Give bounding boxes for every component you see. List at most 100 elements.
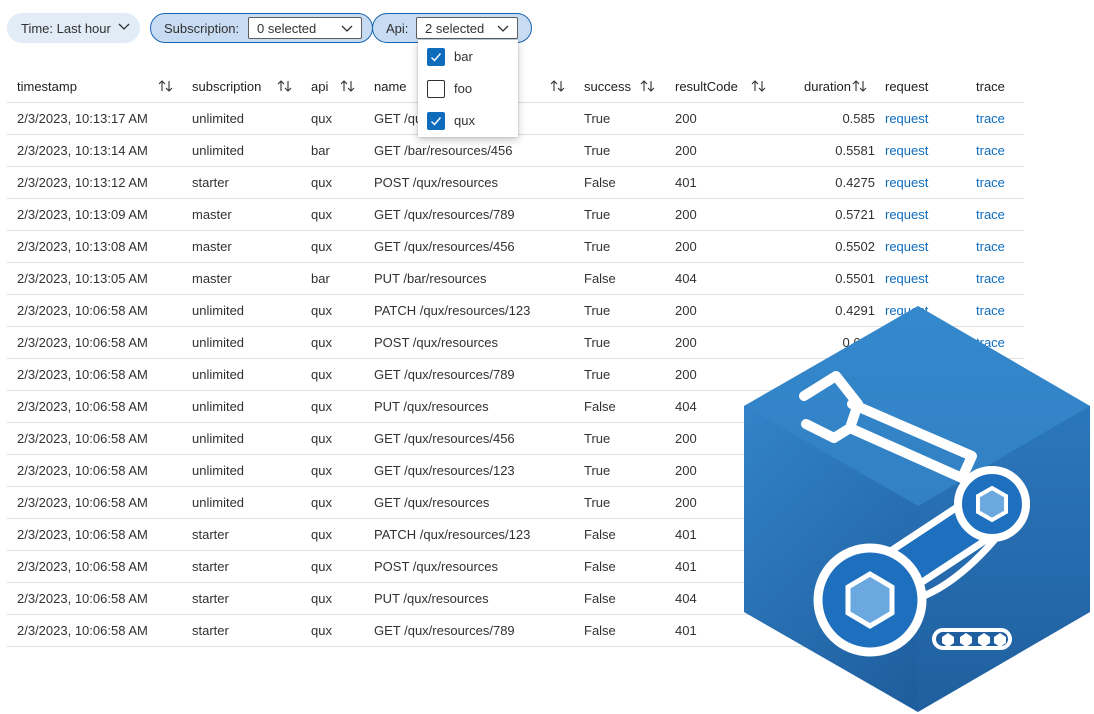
cell-timestamp: 2/3/2023, 10:06:58 AM [7,294,182,327]
trace-link[interactable]: trace [976,175,1005,190]
cell-subscription: unlimited [182,454,301,487]
cell-api: qux [301,614,364,647]
table-row: 2/3/2023, 10:13:12 AM starter qux POST /qux… [7,166,1024,199]
sort-arrows-icon[interactable] [549,79,567,93]
table-row: 2/3/2023, 10:13:05 AM master bar PUT /bar/r… [7,262,1024,295]
cell-duration: 0.585 [767,102,875,135]
cell-request: request [875,262,966,295]
api-select[interactable]: 2 selected [416,17,518,39]
cell-name: POST /qux/resources [364,326,574,359]
sort-arrows-icon[interactable] [339,79,357,93]
cell-name: GET /qux/resources/456 [364,422,574,455]
trace-link[interactable]: trace [976,111,1005,126]
cell-name: GET /qux/resources/123 [364,454,574,487]
api-option-2[interactable]: qux [418,105,518,137]
cell-timestamp: 2/3/2023, 10:13:09 AM [7,198,182,231]
cell-name: PUT /qux/resources [364,582,574,615]
cell-subscription: unlimited [182,486,301,519]
filter-bar: Time: Last hour Subscription: 0 selected… [7,13,707,45]
column-header-success[interactable]: success [574,70,665,103]
trace-link[interactable]: trace [976,271,1005,286]
cell-timestamp: 2/3/2023, 10:13:14 AM [7,134,182,167]
time-range-filter[interactable]: Time: Last hour [7,13,140,43]
cell-api: qux [301,390,364,423]
cell-duration: 0.4275 [767,166,875,199]
cell-name: GET /bar/resources/456 [364,134,574,167]
cell-duration: 0.5721 [767,198,875,231]
cell-resultcode: 200 [665,230,767,263]
api-option-label: bar [454,49,473,64]
sort-arrows-icon[interactable] [750,79,768,93]
cell-trace: trace [966,262,1024,295]
request-link[interactable]: request [885,207,928,222]
api-option-1[interactable]: foo [418,73,518,105]
cell-timestamp: 2/3/2023, 10:13:08 AM [7,230,182,263]
checkbox[interactable] [427,48,445,66]
cell-timestamp: 2/3/2023, 10:13:05 AM [7,262,182,295]
cell-subscription: unlimited [182,134,301,167]
cell-timestamp: 2/3/2023, 10:13:17 AM [7,102,182,135]
cell-trace: trace [966,166,1024,199]
subscription-select[interactable]: 0 selected [248,17,362,39]
cell-subscription: starter [182,550,301,583]
cell-success: True [574,102,665,135]
cell-subscription: master [182,262,301,295]
cell-timestamp: 2/3/2023, 10:06:58 AM [7,550,182,583]
cell-timestamp: 2/3/2023, 10:06:58 AM [7,614,182,647]
cell-resultcode: 200 [665,102,767,135]
cell-name: GET /qux/resources [364,486,574,519]
cell-subscription: starter [182,582,301,615]
request-link[interactable]: request [885,111,928,126]
cell-trace: trace [966,102,1024,135]
cell-duration: 0.5501 [767,262,875,295]
cell-subscription: unlimited [182,326,301,359]
cell-api: qux [301,294,364,327]
column-header-subscription[interactable]: subscription [182,70,301,103]
column-header-request: request [875,70,966,103]
cell-api: qux [301,326,364,359]
api-filter[interactable]: Api: 2 selected [372,13,532,43]
api-option-0[interactable]: bar [418,41,518,73]
column-header-duration[interactable]: duration [767,70,875,103]
cell-success: True [574,230,665,263]
cell-request: request [875,134,966,167]
cell-name: PUT /bar/resources [364,262,574,295]
column-header-resultcode[interactable]: resultCode [665,70,767,103]
cell-api: bar [301,262,364,295]
cell-subscription: master [182,230,301,263]
cell-success: False [574,614,665,647]
api-option-label: foo [454,81,473,96]
cell-api: qux [301,582,364,615]
cell-success: True [574,326,665,359]
cell-timestamp: 2/3/2023, 10:06:58 AM [7,390,182,423]
cell-success: True [574,454,665,487]
cell-request: request [875,166,966,199]
request-link[interactable]: request [885,175,928,190]
sort-arrows-icon[interactable] [851,79,869,93]
checkbox[interactable] [427,80,445,98]
sort-arrows-icon[interactable] [276,79,294,93]
cell-name: GET /qux/resources/789 [364,198,574,231]
column-header-timestamp[interactable]: timestamp [7,70,182,103]
request-link[interactable]: request [885,239,928,254]
trace-link[interactable]: trace [976,207,1005,222]
trace-link[interactable]: trace [976,239,1005,254]
request-link[interactable]: request [885,271,928,286]
checkbox[interactable] [427,112,445,130]
sort-arrows-icon[interactable] [157,79,175,93]
cell-resultcode: 200 [665,134,767,167]
cell-api: qux [301,454,364,487]
cell-success: False [574,262,665,295]
chevron-down-icon [497,25,509,32]
request-link[interactable]: request [885,143,928,158]
cell-timestamp: 2/3/2023, 10:06:58 AM [7,486,182,519]
subscription-filter[interactable]: Subscription: 0 selected [150,13,373,43]
column-header-api[interactable]: api [301,70,364,103]
sort-arrows-icon[interactable] [639,79,657,93]
cell-success: False [574,390,665,423]
cell-success: True [574,294,665,327]
api-management-logo-icon [744,306,1090,712]
trace-link[interactable]: trace [976,143,1005,158]
cell-success: False [574,550,665,583]
cell-name: PATCH /qux/resources/123 [364,294,574,327]
